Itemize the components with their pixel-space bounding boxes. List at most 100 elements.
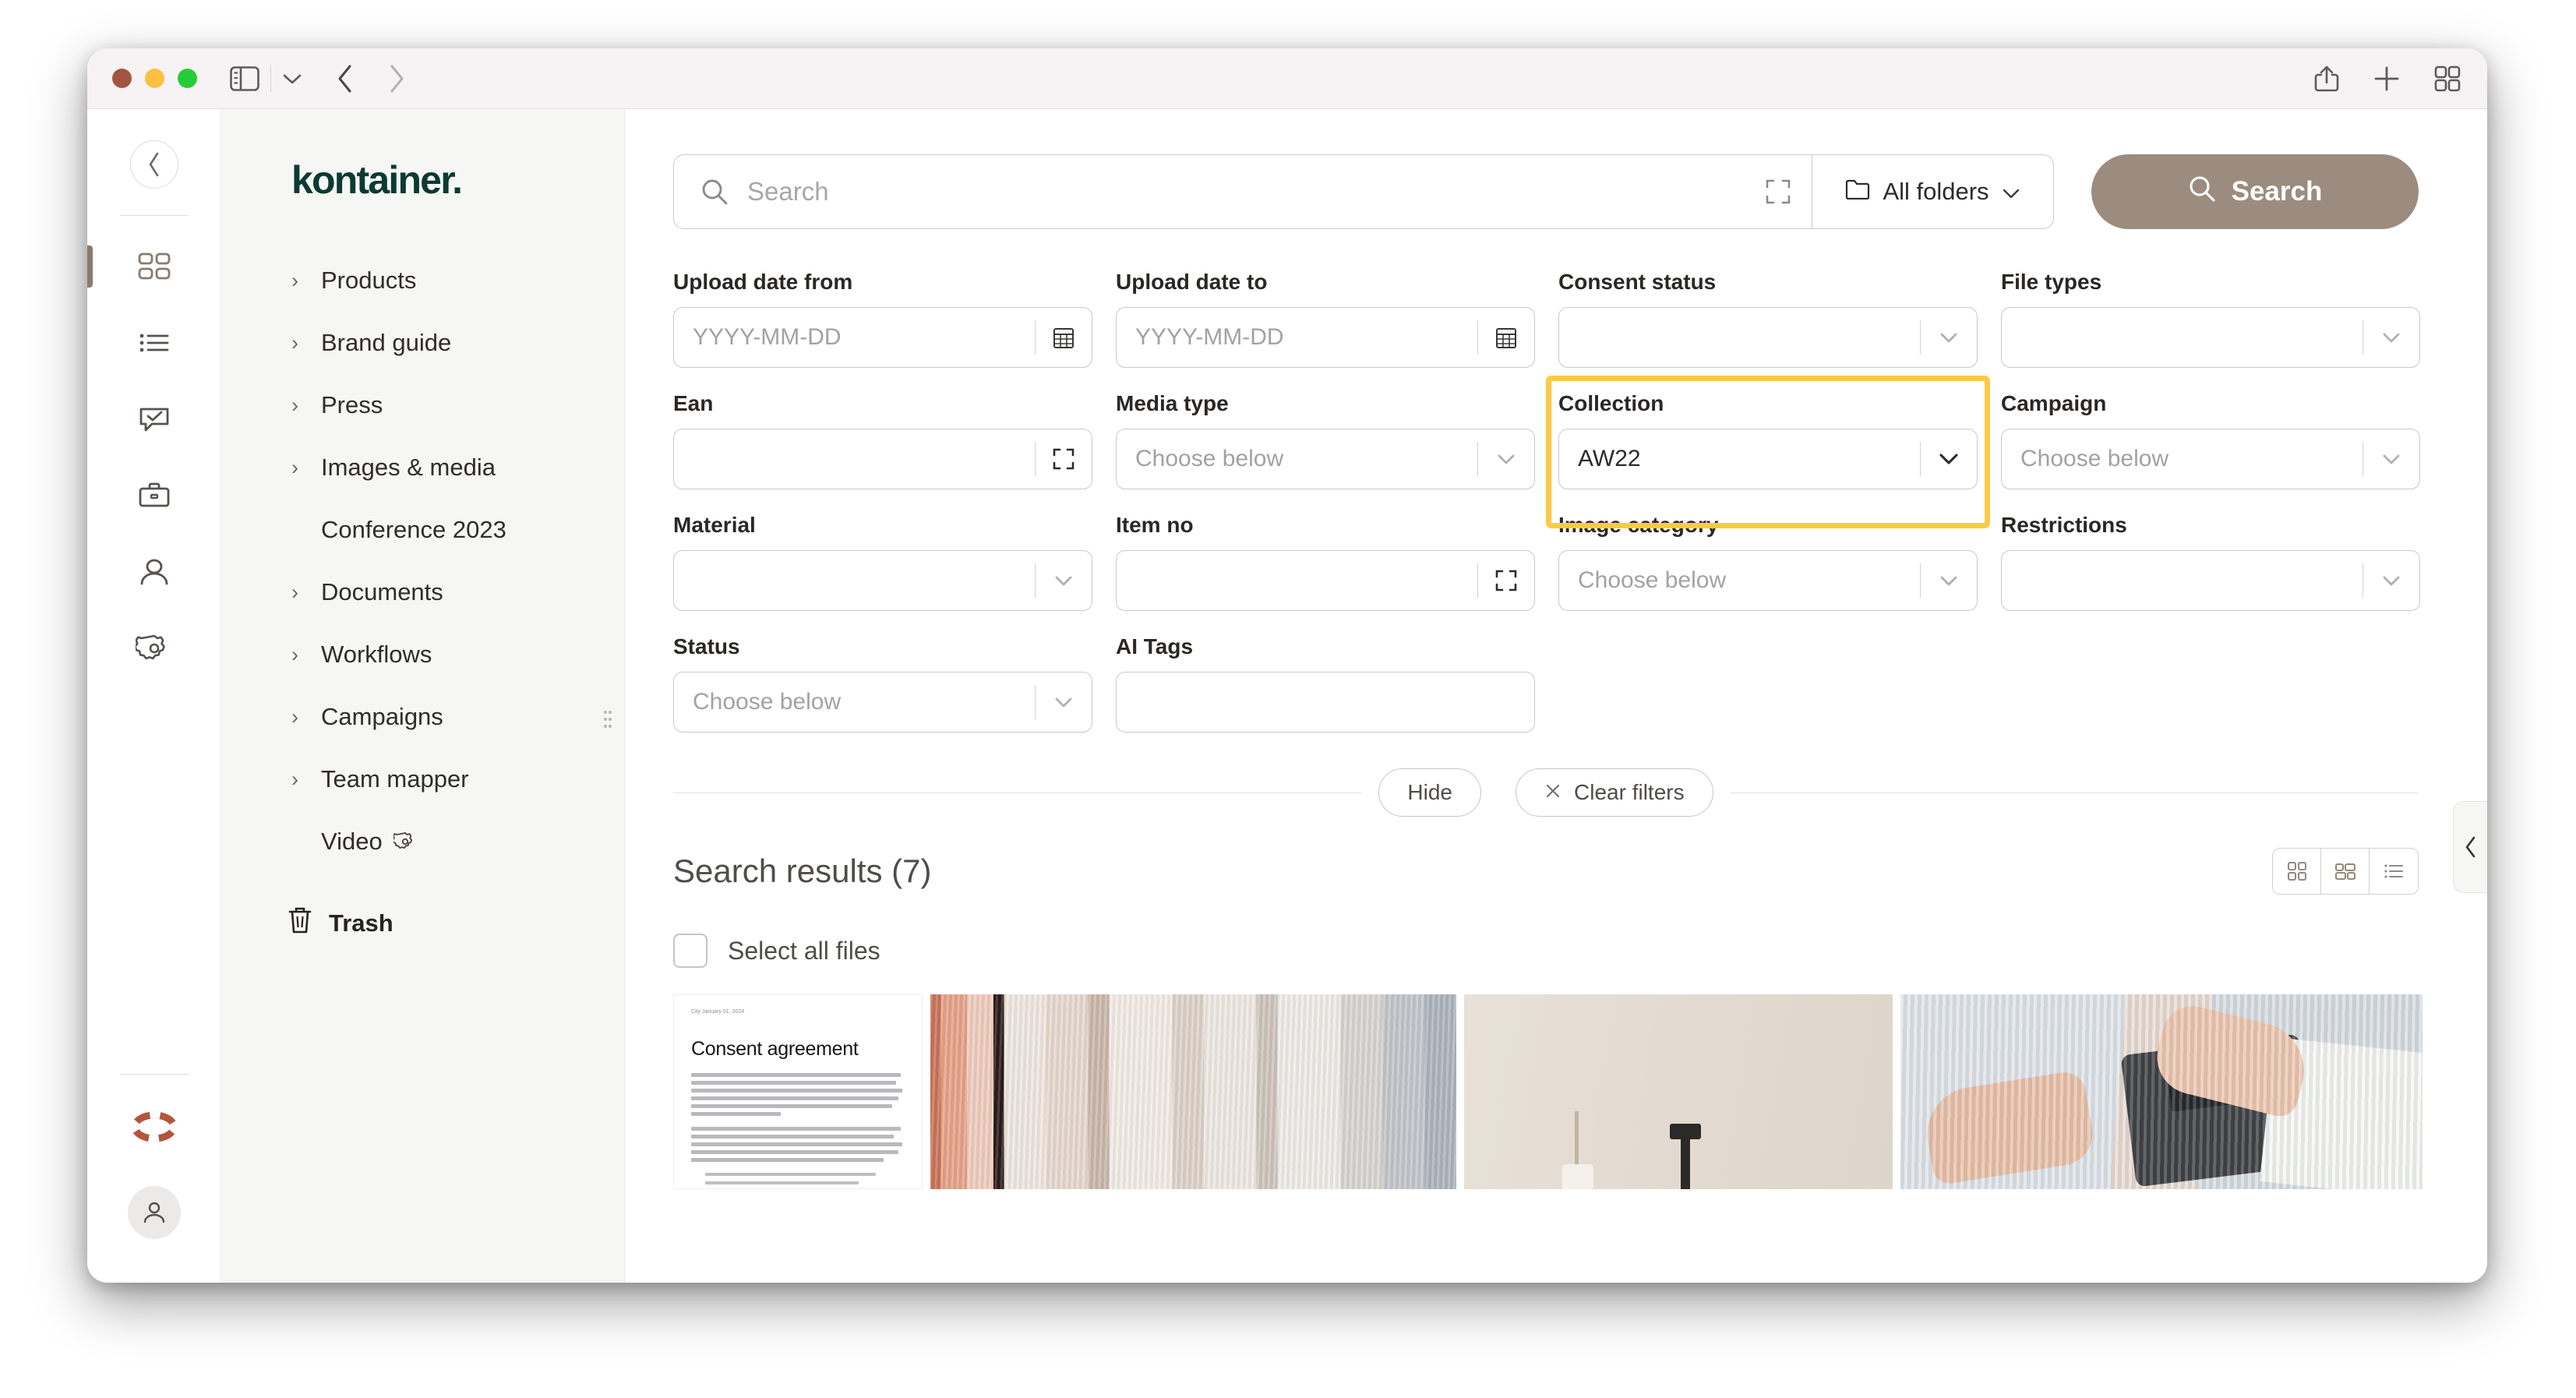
hand-shape	[2149, 999, 2314, 1121]
folder-item-press[interactable]: › Press	[221, 374, 624, 436]
folder-label: Products	[321, 267, 417, 294]
rail-item-approvals[interactable]	[87, 381, 221, 457]
search-box[interactable]	[673, 154, 1812, 229]
chevron-right-icon[interactable]: ›	[291, 457, 312, 478]
restrictions-select[interactable]	[2001, 550, 2420, 611]
rail-item-settings[interactable]	[87, 610, 221, 687]
folder-item-video[interactable]: › Video	[221, 810, 624, 873]
search-bar-row: All folders Search	[673, 154, 2419, 229]
chevron-down-icon[interactable]	[1921, 331, 1977, 344]
file-types-select[interactable]	[2001, 307, 2420, 368]
item-no-input[interactable]	[1116, 550, 1535, 611]
consent-status-select[interactable]	[1558, 307, 1978, 368]
plus-icon[interactable]	[2373, 65, 2400, 92]
collapse-sidebar-button[interactable]	[129, 140, 178, 189]
chevron-down-icon[interactable]	[1921, 452, 1977, 466]
masonry-view-button[interactable]	[2321, 849, 2370, 894]
kontainer-logo[interactable]: kontainer.	[221, 161, 624, 204]
ean-input[interactable]	[673, 429, 1092, 489]
maximize-window-button[interactable]	[178, 69, 197, 88]
lifebuoy-icon[interactable]	[131, 1106, 177, 1152]
thumbnail-knit-textiles-photo[interactable]	[930, 994, 1456, 1189]
back-button[interactable]	[337, 64, 354, 94]
close-window-button[interactable]	[112, 69, 132, 88]
expand-icon[interactable]	[1757, 178, 1791, 205]
folder-item-team-mapper[interactable]: › Team mapper	[221, 748, 624, 810]
chevron-down-icon[interactable]	[2363, 574, 2419, 587]
folder-item-products[interactable]: › Products	[221, 249, 624, 312]
ai-tags-input[interactable]	[1116, 672, 1535, 733]
account-avatar[interactable]	[127, 1186, 181, 1239]
forward-button[interactable]	[388, 64, 405, 94]
window-controls[interactable]	[112, 69, 197, 88]
filter-label: Campaign	[2001, 391, 2107, 415]
rail-bottom	[87, 1074, 221, 1283]
upload-date-from-input[interactable]: YYYY-MM-DD	[673, 307, 1092, 368]
svg-text:kontainer.: kontainer.	[291, 161, 461, 202]
list-view-button[interactable]	[2370, 849, 2418, 894]
sidebar-icon[interactable]	[230, 65, 259, 91]
folder-item-brand-guide[interactable]: › Brand guide	[221, 312, 624, 374]
chevron-right-icon[interactable]: ›	[291, 270, 312, 291]
status-select[interactable]: Choose below	[673, 672, 1092, 733]
calendar-icon[interactable]	[1478, 325, 1534, 350]
clear-filters-button[interactable]: Clear filters	[1516, 768, 1713, 817]
share-icon[interactable]	[2314, 65, 2339, 93]
chevron-down-icon[interactable]	[2363, 453, 2419, 465]
chevron-right-icon[interactable]: ›	[291, 581, 312, 603]
tab-overview-icon[interactable]	[2434, 65, 2461, 92]
minimize-window-button[interactable]	[145, 69, 164, 88]
folder-item-workflows[interactable]: › Workflows	[221, 623, 624, 686]
titlebar-actions	[2314, 65, 2461, 93]
thumbnail-dried-palm-vase-photo[interactable]	[1464, 994, 1893, 1189]
rail-item-users[interactable]	[87, 534, 221, 610]
folder-item-conference-2023[interactable]: › Conference 2023	[221, 499, 624, 561]
drag-dots-icon[interactable]	[602, 709, 613, 729]
rail-item-lists[interactable]	[87, 305, 221, 381]
chevron-down-icon[interactable]	[282, 72, 302, 85]
folder-item-documents[interactable]: › Documents	[221, 561, 624, 623]
right-panel-toggle[interactable]	[2453, 801, 2487, 893]
gear-icon[interactable]	[393, 830, 417, 853]
chevron-right-icon[interactable]: ›	[291, 644, 312, 665]
media-type-select[interactable]: Choose below	[1116, 429, 1535, 489]
upload-date-to-input[interactable]: YYYY-MM-DD	[1116, 307, 1535, 368]
folder-item-images-media[interactable]: › Images & media	[221, 436, 624, 499]
chevron-down-icon[interactable]	[1036, 696, 1092, 708]
rail-item-briefcase[interactable]	[87, 457, 221, 534]
chevron-down-icon[interactable]	[1921, 574, 1977, 587]
filter-value: AW22	[1578, 446, 1641, 471]
filter-value: Choose below	[693, 689, 842, 715]
chevron-right-icon[interactable]: ›	[291, 332, 312, 354]
chevron-right-icon[interactable]: ›	[291, 394, 312, 416]
thumbnail-consent-agreement-document[interactable]: City January 01, 2024 Consent agreement	[673, 994, 923, 1189]
chevron-down-icon[interactable]	[1036, 574, 1092, 587]
filter-label: Ean	[673, 391, 714, 415]
thumbnail-hands-device-photo[interactable]	[1900, 994, 2422, 1189]
search-submit-button[interactable]: Search	[2091, 154, 2419, 229]
grid-view-button[interactable]	[2273, 849, 2321, 894]
rail-item-dashboard[interactable]	[87, 228, 221, 305]
chevron-down-icon[interactable]	[2363, 331, 2419, 344]
material-select[interactable]	[673, 550, 1092, 611]
trash-label: Trash	[329, 909, 393, 937]
chevron-down-icon[interactable]	[1478, 453, 1534, 465]
campaign-select[interactable]: Choose below	[2001, 429, 2420, 489]
expand-icon[interactable]	[1478, 569, 1534, 592]
calendar-icon[interactable]	[1036, 325, 1092, 350]
view-mode-toggle	[2272, 848, 2419, 895]
filter-label: Status	[673, 634, 740, 658]
chevron-right-icon[interactable]: ›	[291, 768, 312, 790]
image-category-select[interactable]: Choose below	[1558, 550, 1978, 611]
folder-item-campaigns[interactable]: › Campaigns	[221, 686, 624, 748]
select-all-checkbox[interactable]	[673, 934, 708, 968]
hide-filters-button[interactable]: Hide	[1378, 768, 1481, 817]
filter-row: Ean Media type Choose below Collection A…	[673, 376, 2420, 528]
chevron-right-icon[interactable]: ›	[291, 706, 312, 728]
expand-icon[interactable]	[1036, 447, 1092, 471]
folder-selector[interactable]: All folders	[1812, 154, 2054, 229]
trash-item[interactable]: Trash	[221, 890, 624, 957]
search-input[interactable]	[747, 177, 1757, 207]
filter-campaign: Campaign Choose below	[2001, 391, 2420, 489]
collection-select[interactable]: AW22	[1558, 429, 1978, 489]
